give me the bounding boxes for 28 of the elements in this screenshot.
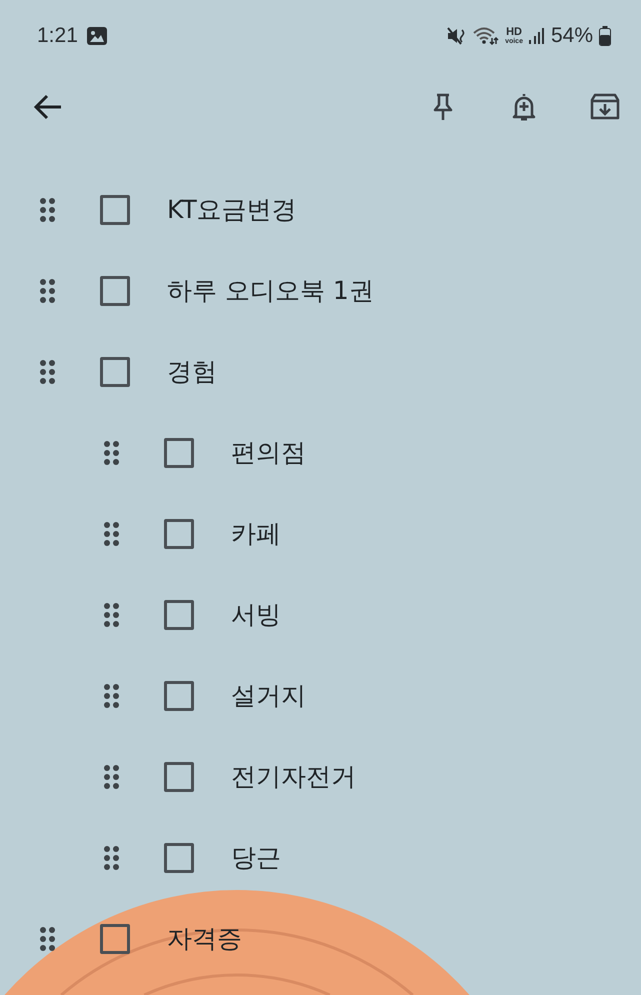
checkbox[interactable] xyxy=(100,194,130,224)
checkbox[interactable] xyxy=(164,600,194,630)
checkbox[interactable] xyxy=(164,842,194,872)
battery-icon xyxy=(599,26,611,46)
item-text[interactable]: 경험 xyxy=(167,355,217,388)
item-text[interactable]: 편의점 xyxy=(231,436,306,469)
status-time: 1:21 xyxy=(37,24,78,48)
hd-label: HD xyxy=(506,27,522,38)
item-text[interactable]: 당근 xyxy=(231,841,281,874)
item-text[interactable]: 카페 xyxy=(231,517,281,550)
checkbox[interactable] xyxy=(164,762,194,792)
checkbox[interactable] xyxy=(100,924,130,954)
mute-icon xyxy=(447,27,468,45)
item-text[interactable]: 설거지 xyxy=(231,679,306,712)
signal-icon xyxy=(528,28,545,44)
checkbox[interactable] xyxy=(164,438,194,468)
item-text[interactable]: 하루 오디오북 1권 xyxy=(167,274,374,307)
checkbox[interactable] xyxy=(164,680,194,710)
checkbox[interactable] xyxy=(100,356,130,386)
image-icon xyxy=(86,27,107,45)
item-text[interactable]: KT요금변경 xyxy=(167,193,297,226)
checkbox[interactable] xyxy=(100,276,130,306)
item-text[interactable]: 전기자전거 xyxy=(231,760,356,793)
checkbox[interactable] xyxy=(164,518,194,548)
item-text[interactable]: 자격증 xyxy=(167,922,242,955)
wifi-icon xyxy=(473,27,500,45)
item-text[interactable]: 서빙 xyxy=(231,598,281,631)
battery-percent: 54% xyxy=(550,24,593,48)
